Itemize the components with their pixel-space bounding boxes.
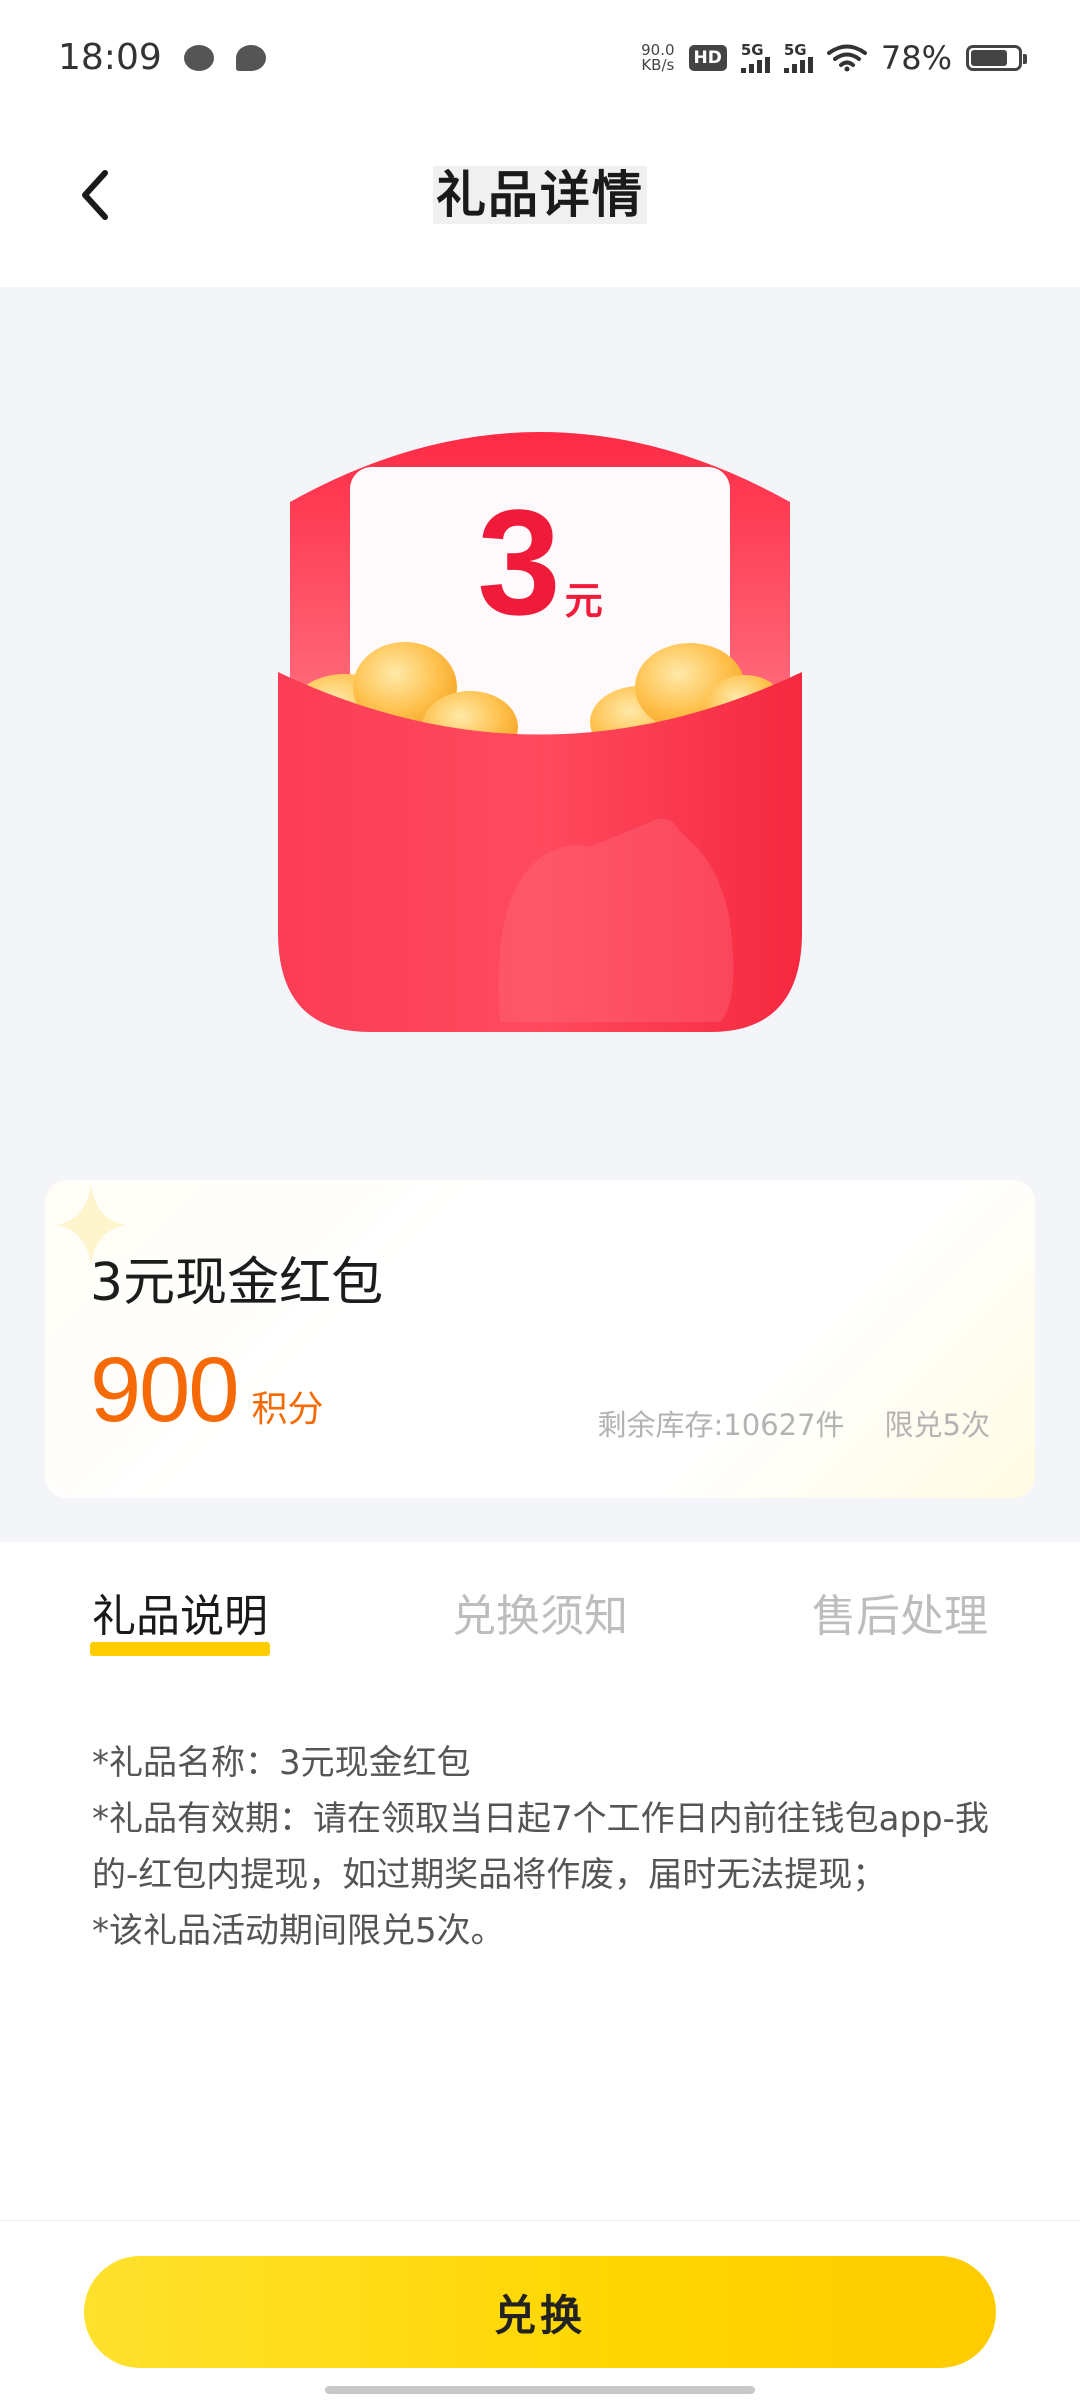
signal-icon-sim1: 5G [740,42,770,73]
bottom-action-bar: 兑换 [0,2220,1080,2400]
price-points: 900 [90,1339,239,1441]
description-line: *礼品名称：3元现金红包 [92,1743,471,1783]
description-line: *该礼品活动期间限兑5次。 [92,1911,505,1951]
battery-percent: 78% [880,38,952,77]
tab-exchange-notice[interactable]: 兑换须知 [360,1542,720,1672]
tab-after-sales[interactable]: 售后处理 [720,1542,1080,1672]
signal-icon-sim2: 5G [783,42,813,73]
battery-icon [966,44,1027,71]
gift-description: *礼品名称：3元现金红包 *礼品有效期：请在领取当日起7个工作日内前往钱包app… [92,1735,1002,1959]
page-title: 礼品详情 [0,155,1080,227]
gift-detail-page: 18:09 90.0 KB/s HD 5G 5G 78% 礼品详情 3 元 3元… [0,0,1080,2400]
status-time: 18:09 [58,37,162,78]
hd-voice-icon: HD [688,44,727,71]
nav-header: 礼品详情 [0,115,1080,287]
home-indicator[interactable] [325,2386,755,2394]
exchange-button[interactable]: 兑换 [84,2256,996,2368]
message-icon [235,44,266,71]
stock-remaining: 剩余库存:10627件 [597,1408,845,1442]
product-info-card: 3元现金红包 900 积分 剩余库存:10627件 限兑5次 [45,1180,1035,1498]
description-line: *礼品有效期：请在领取当日起7个工作日内前往钱包app-我的-红包内提现，如过期… [92,1799,989,1895]
detail-tabs: 礼品说明 兑换须知 售后处理 [0,1542,1080,1672]
envelope-amount: 3元 [477,478,603,646]
product-name: 3元现金红包 [90,1253,384,1313]
tab-gift-description[interactable]: 礼品说明 [0,1542,360,1672]
active-tab-indicator [90,1642,270,1656]
wechat-icon [183,44,214,71]
network-speed: 90.0 KB/s [641,40,675,74]
price: 900 积分 [90,1340,324,1440]
exchange-limit: 限兑5次 [884,1408,990,1442]
status-bar: 18:09 90.0 KB/s HD 5G 5G 78% [0,0,1080,115]
wifi-icon [826,44,867,71]
price-unit: 积分 [251,1389,324,1430]
